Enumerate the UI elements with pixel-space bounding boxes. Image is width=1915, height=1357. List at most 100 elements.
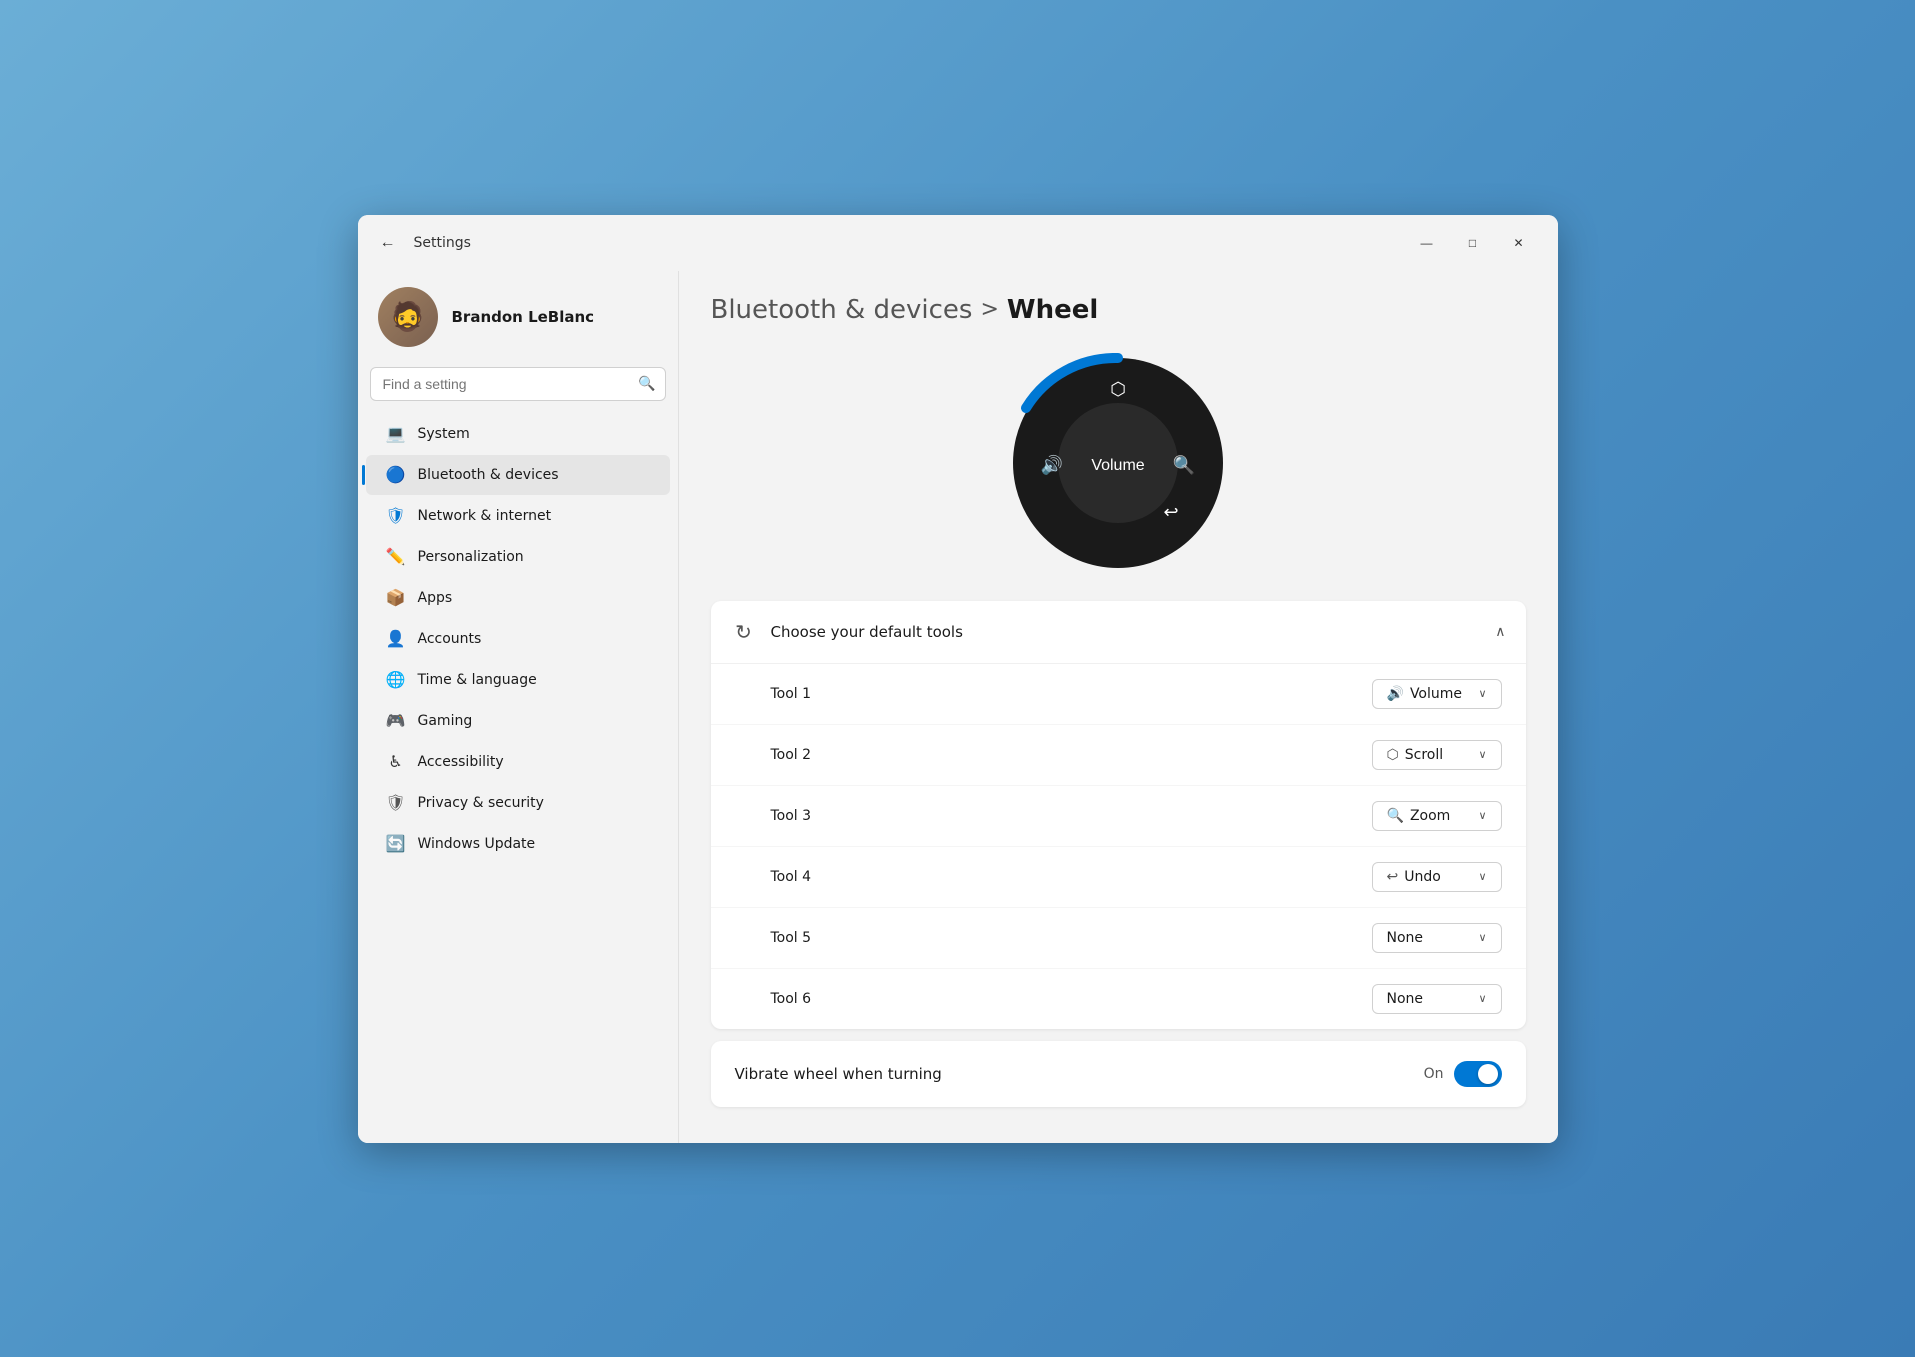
tool-icon-tool4: ↩ — [1387, 869, 1399, 885]
sidebar: 🧔 Brandon LeBlanc 🔍 💻 System 🔵 Bluetooth… — [358, 271, 678, 1143]
sidebar-item-time[interactable]: 🌐 Time & language — [366, 660, 670, 700]
vibrate-toggle[interactable] — [1454, 1061, 1502, 1087]
tool-label-tool5: Tool 5 — [771, 930, 812, 946]
vibrate-label: Vibrate wheel when turning — [735, 1065, 942, 1083]
content-area: Bluetooth & devices > Wheel Volume ⬡ — [679, 271, 1558, 1143]
svg-text:Volume: Volume — [1091, 457, 1144, 474]
sidebar-item-accounts[interactable]: 👤 Accounts — [366, 619, 670, 659]
choose-tools-card: ↻ Choose your default tools ∧ Tool 1 🔊 V… — [711, 601, 1526, 1029]
tool-label-tool6: Tool 6 — [771, 991, 812, 1007]
tool-label-tool4: Tool 4 — [771, 869, 812, 885]
main-layout: 🧔 Brandon LeBlanc 🔍 💻 System 🔵 Bluetooth… — [358, 271, 1558, 1143]
sidebar-item-bluetooth[interactable]: 🔵 Bluetooth & devices — [366, 455, 670, 495]
svg-text:↩: ↩ — [1163, 502, 1178, 523]
nav-label-update: Windows Update — [418, 836, 536, 852]
tool-chevron-tool6: ∨ — [1478, 992, 1486, 1005]
tool-value-tool2: Scroll — [1405, 747, 1473, 763]
search-icon: 🔍 — [638, 376, 655, 392]
breadcrumb: Bluetooth & devices > Wheel — [711, 295, 1526, 325]
avatar-image: 🧔 — [378, 287, 438, 347]
maximize-button[interactable]: □ — [1450, 227, 1496, 259]
choose-tools-chevron: ∧ — [1495, 624, 1505, 640]
tool-row-tool5: Tool 5 None ∨ — [711, 908, 1526, 969]
avatar: 🧔 — [378, 287, 438, 347]
nav-label-system: System — [418, 426, 470, 442]
nav-label-personalization: Personalization — [418, 549, 524, 565]
tool-icon-tool3: 🔍 — [1387, 808, 1404, 824]
tool-value-tool3: Zoom — [1410, 808, 1473, 824]
choose-tools-title: Choose your default tools — [771, 623, 963, 641]
nav-icon-update: 🔄 — [386, 834, 406, 854]
tool-label-tool1: Tool 1 — [771, 686, 812, 702]
nav-icon-personalization: ✏️ — [386, 547, 406, 567]
sidebar-item-apps[interactable]: 📦 Apps — [366, 578, 670, 618]
tool-select-tool5[interactable]: None ∨ — [1372, 923, 1502, 953]
choose-tools-header[interactable]: ↻ Choose your default tools ∧ — [711, 601, 1526, 664]
tool-value-tool4: Undo — [1404, 869, 1472, 885]
settings-window: ← Settings — □ ✕ 🧔 Brandon LeBlanc 🔍 💻 S… — [358, 215, 1558, 1143]
user-section: 🧔 Brandon LeBlanc — [358, 271, 678, 367]
sidebar-item-network[interactable]: 🛡 Network & internet — [366, 496, 670, 536]
nav-label-privacy: Privacy & security — [418, 795, 544, 811]
tool-select-tool2[interactable]: ⬡ Scroll ∨ — [1372, 740, 1502, 770]
titlebar: ← Settings — □ ✕ — [358, 215, 1558, 271]
nav-label-apps: Apps — [418, 590, 453, 606]
nav-icon-privacy: 🛡 — [386, 793, 406, 813]
tool-icon-tool2: ⬡ — [1387, 747, 1399, 763]
tool-value-tool1: Volume — [1410, 686, 1473, 702]
tool-select-tool4[interactable]: ↩ Undo ∨ — [1372, 862, 1502, 892]
nav-icon-accounts: 👤 — [386, 629, 406, 649]
nav-label-accessibility: Accessibility — [418, 754, 504, 770]
sidebar-item-gaming[interactable]: 🎮 Gaming — [366, 701, 670, 741]
nav-icon-apps: 📦 — [386, 588, 406, 608]
tool-row-tool1: Tool 1 🔊 Volume ∨ — [711, 664, 1526, 725]
tools-list: Tool 1 🔊 Volume ∨ Tool 2 ⬡ Scroll ∨ Tool… — [711, 664, 1526, 1029]
tool-select-tool6[interactable]: None ∨ — [1372, 984, 1502, 1014]
tool-row-tool2: Tool 2 ⬡ Scroll ∨ — [711, 725, 1526, 786]
minimize-button[interactable]: — — [1404, 227, 1450, 259]
tool-row-tool6: Tool 6 None ∨ — [711, 969, 1526, 1029]
choose-tools-icon: ↻ — [731, 619, 757, 645]
sidebar-item-update[interactable]: 🔄 Windows Update — [366, 824, 670, 864]
vibrate-card: Vibrate wheel when turning On — [711, 1041, 1526, 1107]
tool-value-tool6: None — [1387, 991, 1473, 1007]
tool-select-tool3[interactable]: 🔍 Zoom ∨ — [1372, 801, 1502, 831]
nav-icon-accessibility: ♿ — [386, 752, 406, 772]
toggle-thumb — [1478, 1064, 1498, 1084]
window-controls: — □ ✕ — [1404, 227, 1542, 259]
wheel-graphic: Volume ⬡ 🔊 🔍 ↩ — [1008, 353, 1228, 573]
tool-select-tool1[interactable]: 🔊 Volume ∨ — [1372, 679, 1502, 709]
nav-icon-system: 💻 — [386, 424, 406, 444]
sidebar-item-accessibility[interactable]: ♿ Accessibility — [366, 742, 670, 782]
tool-row-tool4: Tool 4 ↩ Undo ∨ — [711, 847, 1526, 908]
nav-icon-network: 🛡 — [386, 506, 406, 526]
sidebar-item-system[interactable]: 💻 System — [366, 414, 670, 454]
breadcrumb-separator: > — [980, 297, 998, 322]
search-input[interactable] — [370, 367, 666, 401]
nav-list: 💻 System 🔵 Bluetooth & devices 🛡 Network… — [358, 413, 678, 865]
tool-chevron-tool3: ∨ — [1478, 809, 1486, 822]
sidebar-item-privacy[interactable]: 🛡 Privacy & security — [366, 783, 670, 823]
svg-text:⬡: ⬡ — [1110, 379, 1126, 400]
tool-label-tool3: Tool 3 — [771, 808, 812, 824]
close-button[interactable]: ✕ — [1496, 227, 1542, 259]
svg-text:🔍: 🔍 — [1173, 453, 1195, 476]
tool-chevron-tool2: ∨ — [1478, 748, 1486, 761]
tool-chevron-tool4: ∨ — [1478, 870, 1486, 883]
tool-label-tool2: Tool 2 — [771, 747, 812, 763]
breadcrumb-parent[interactable]: Bluetooth & devices — [711, 295, 973, 325]
tool-chevron-tool5: ∨ — [1478, 931, 1486, 944]
breadcrumb-current: Wheel — [1007, 295, 1098, 325]
back-button[interactable]: ← — [374, 229, 402, 257]
nav-label-network: Network & internet — [418, 508, 552, 524]
sidebar-item-personalization[interactable]: ✏️ Personalization — [366, 537, 670, 577]
nav-label-time: Time & language — [418, 672, 537, 688]
window-title: Settings — [414, 235, 471, 251]
user-name: Brandon LeBlanc — [452, 308, 595, 326]
svg-text:🔊: 🔊 — [1041, 454, 1063, 476]
tool-value-tool5: None — [1387, 930, 1473, 946]
tool-chevron-tool1: ∨ — [1478, 687, 1486, 700]
nav-label-accounts: Accounts — [418, 631, 482, 647]
nav-label-gaming: Gaming — [418, 713, 473, 729]
vibrate-right: On — [1424, 1061, 1502, 1087]
